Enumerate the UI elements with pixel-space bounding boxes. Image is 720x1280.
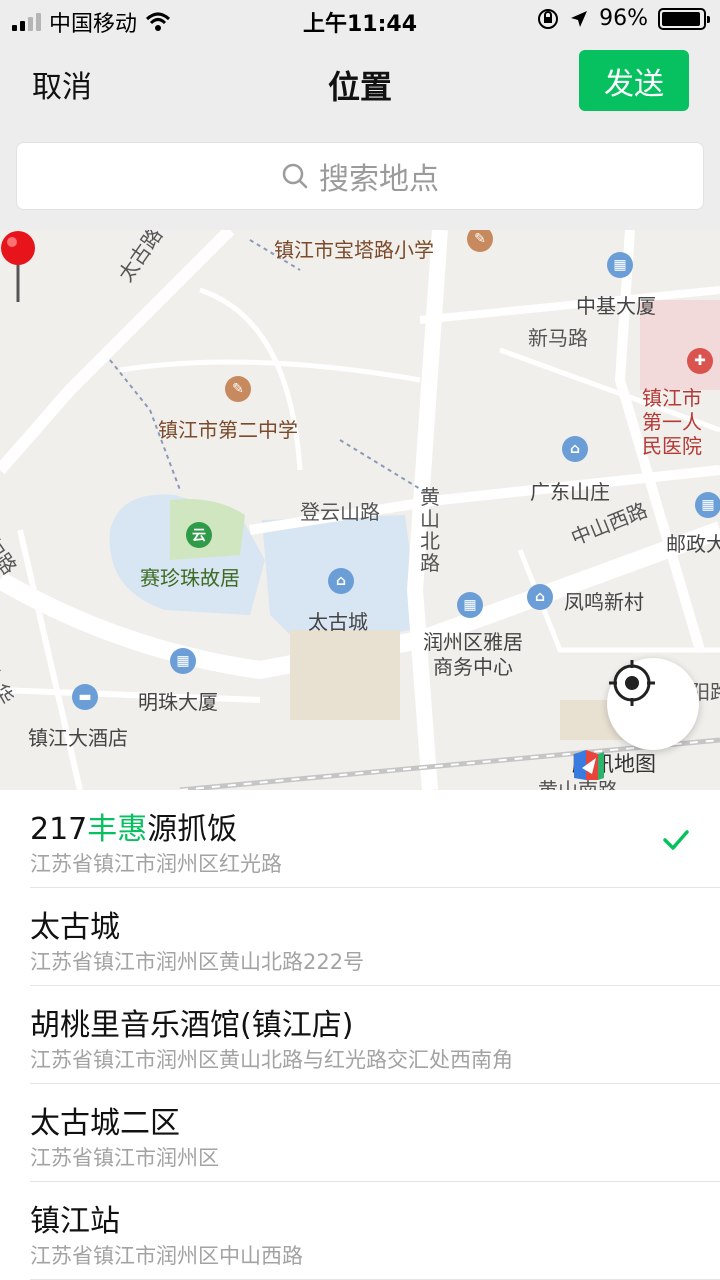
building-icon: ▦ bbox=[607, 252, 633, 278]
map-label: 新马路 bbox=[528, 326, 588, 350]
nav-bar: 取消 位置 发送 bbox=[0, 40, 720, 128]
school-icon: ✎ bbox=[225, 376, 251, 402]
map-label: 赛珍珠故居 bbox=[140, 566, 240, 590]
building-icon: ▦ bbox=[170, 648, 196, 674]
building-icon: ▦ bbox=[695, 492, 720, 518]
home-icon: ⌂ bbox=[527, 584, 553, 610]
place-address: 江苏省镇江市润州区黄山北路222号 bbox=[30, 950, 365, 974]
building-icon: ▦ bbox=[457, 592, 483, 618]
list-item[interactable]: 胡桃里音乐酒馆(镇江店) 江苏省镇江市润州区黄山北路与红光路交汇处西南角 bbox=[30, 986, 720, 1084]
place-name: 镇江站 bbox=[30, 1204, 120, 1239]
place-address: 江苏省镇江市润州区黄山北路与红光路交汇处西南角 bbox=[30, 1048, 513, 1072]
battery-icon bbox=[658, 7, 710, 30]
map-label: 镇江市第一人民医院 bbox=[642, 386, 702, 458]
list-item[interactable]: 太古城 江苏省镇江市润州区黄山北路222号 bbox=[30, 888, 720, 986]
hotel-icon: ▬ bbox=[72, 684, 98, 710]
tencent-map-icon bbox=[574, 750, 604, 780]
map-label: 太古城 bbox=[308, 610, 368, 634]
park-icon: 云 bbox=[186, 522, 212, 548]
rotation-lock-icon bbox=[538, 8, 559, 29]
list-item[interactable]: 镇江站 江苏省镇江市润州区中山西路 bbox=[30, 1182, 720, 1280]
map-label: 广东山庄 bbox=[530, 480, 610, 504]
map-label: 镇江市宝塔路小学 bbox=[274, 238, 434, 262]
map-label: 中基大厦 bbox=[576, 294, 656, 318]
hospital-icon: ✚ bbox=[687, 348, 713, 374]
search-icon bbox=[282, 163, 308, 189]
crosshair-icon bbox=[609, 660, 655, 706]
map-label: 登云山路 bbox=[300, 500, 380, 524]
locate-me-button[interactable] bbox=[607, 658, 699, 750]
place-address: 江苏省镇江市润州区中山西路 bbox=[30, 1244, 303, 1268]
status-right: 96% bbox=[537, 6, 710, 31]
place-name: 太古城二区 bbox=[30, 1106, 180, 1141]
home-icon: ⌂ bbox=[328, 568, 354, 594]
location-arrow-icon bbox=[571, 10, 588, 27]
search-placeholder: 搜索地点 bbox=[319, 162, 439, 197]
checkmark-icon bbox=[663, 830, 689, 850]
map-label: 凤鸣新村 bbox=[564, 590, 644, 614]
battery-fill bbox=[662, 11, 701, 26]
list-item[interactable]: 太古城二区 江苏省镇江市润州区 bbox=[30, 1084, 720, 1182]
map-view[interactable]: ✎ ▦ ✚ ✎ ⌂ ▦ 云 ⌂ ⌂ ▦ ▦ ▬ 镇江市宝塔路小学 太古路 中基大… bbox=[0, 230, 720, 790]
map-label: 邮政大 bbox=[666, 532, 720, 556]
place-name: 太古城 bbox=[30, 910, 120, 945]
place-name: 217丰惠源抓饭 bbox=[30, 812, 238, 847]
place-name: 胡桃里音乐酒馆(镇江店) bbox=[30, 1008, 354, 1043]
search-bar[interactable]: 搜索地点 bbox=[16, 142, 704, 210]
map-label: 镇江市第二中学 bbox=[158, 418, 298, 442]
home-icon: ⌂ bbox=[562, 436, 588, 462]
map-provider-logo: 腾讯地图 bbox=[572, 748, 656, 780]
map-label: 镇江大酒店 bbox=[28, 726, 128, 750]
place-address: 江苏省镇江市润州区 bbox=[30, 1146, 219, 1170]
map-label: 黄山北路 bbox=[420, 485, 440, 575]
map-label: 润州区雅居商务中心 bbox=[423, 630, 523, 679]
place-address: 江苏省镇江市润州区红光路 bbox=[30, 852, 282, 876]
location-results-list: 217丰惠源抓饭 江苏省镇江市润州区红光路 太古城 江苏省镇江市润州区黄山北路2… bbox=[0, 790, 720, 1280]
list-item[interactable]: 217丰惠源抓饭 江苏省镇江市润州区红光路 bbox=[30, 790, 720, 888]
send-button[interactable]: 发送 bbox=[579, 50, 689, 111]
location-pin-icon bbox=[1, 231, 35, 302]
battery-percent: 96% bbox=[599, 6, 648, 31]
status-bar: 中国移动 上午11:44 96% bbox=[0, 0, 720, 40]
map-label: 明珠大厦 bbox=[138, 690, 218, 714]
